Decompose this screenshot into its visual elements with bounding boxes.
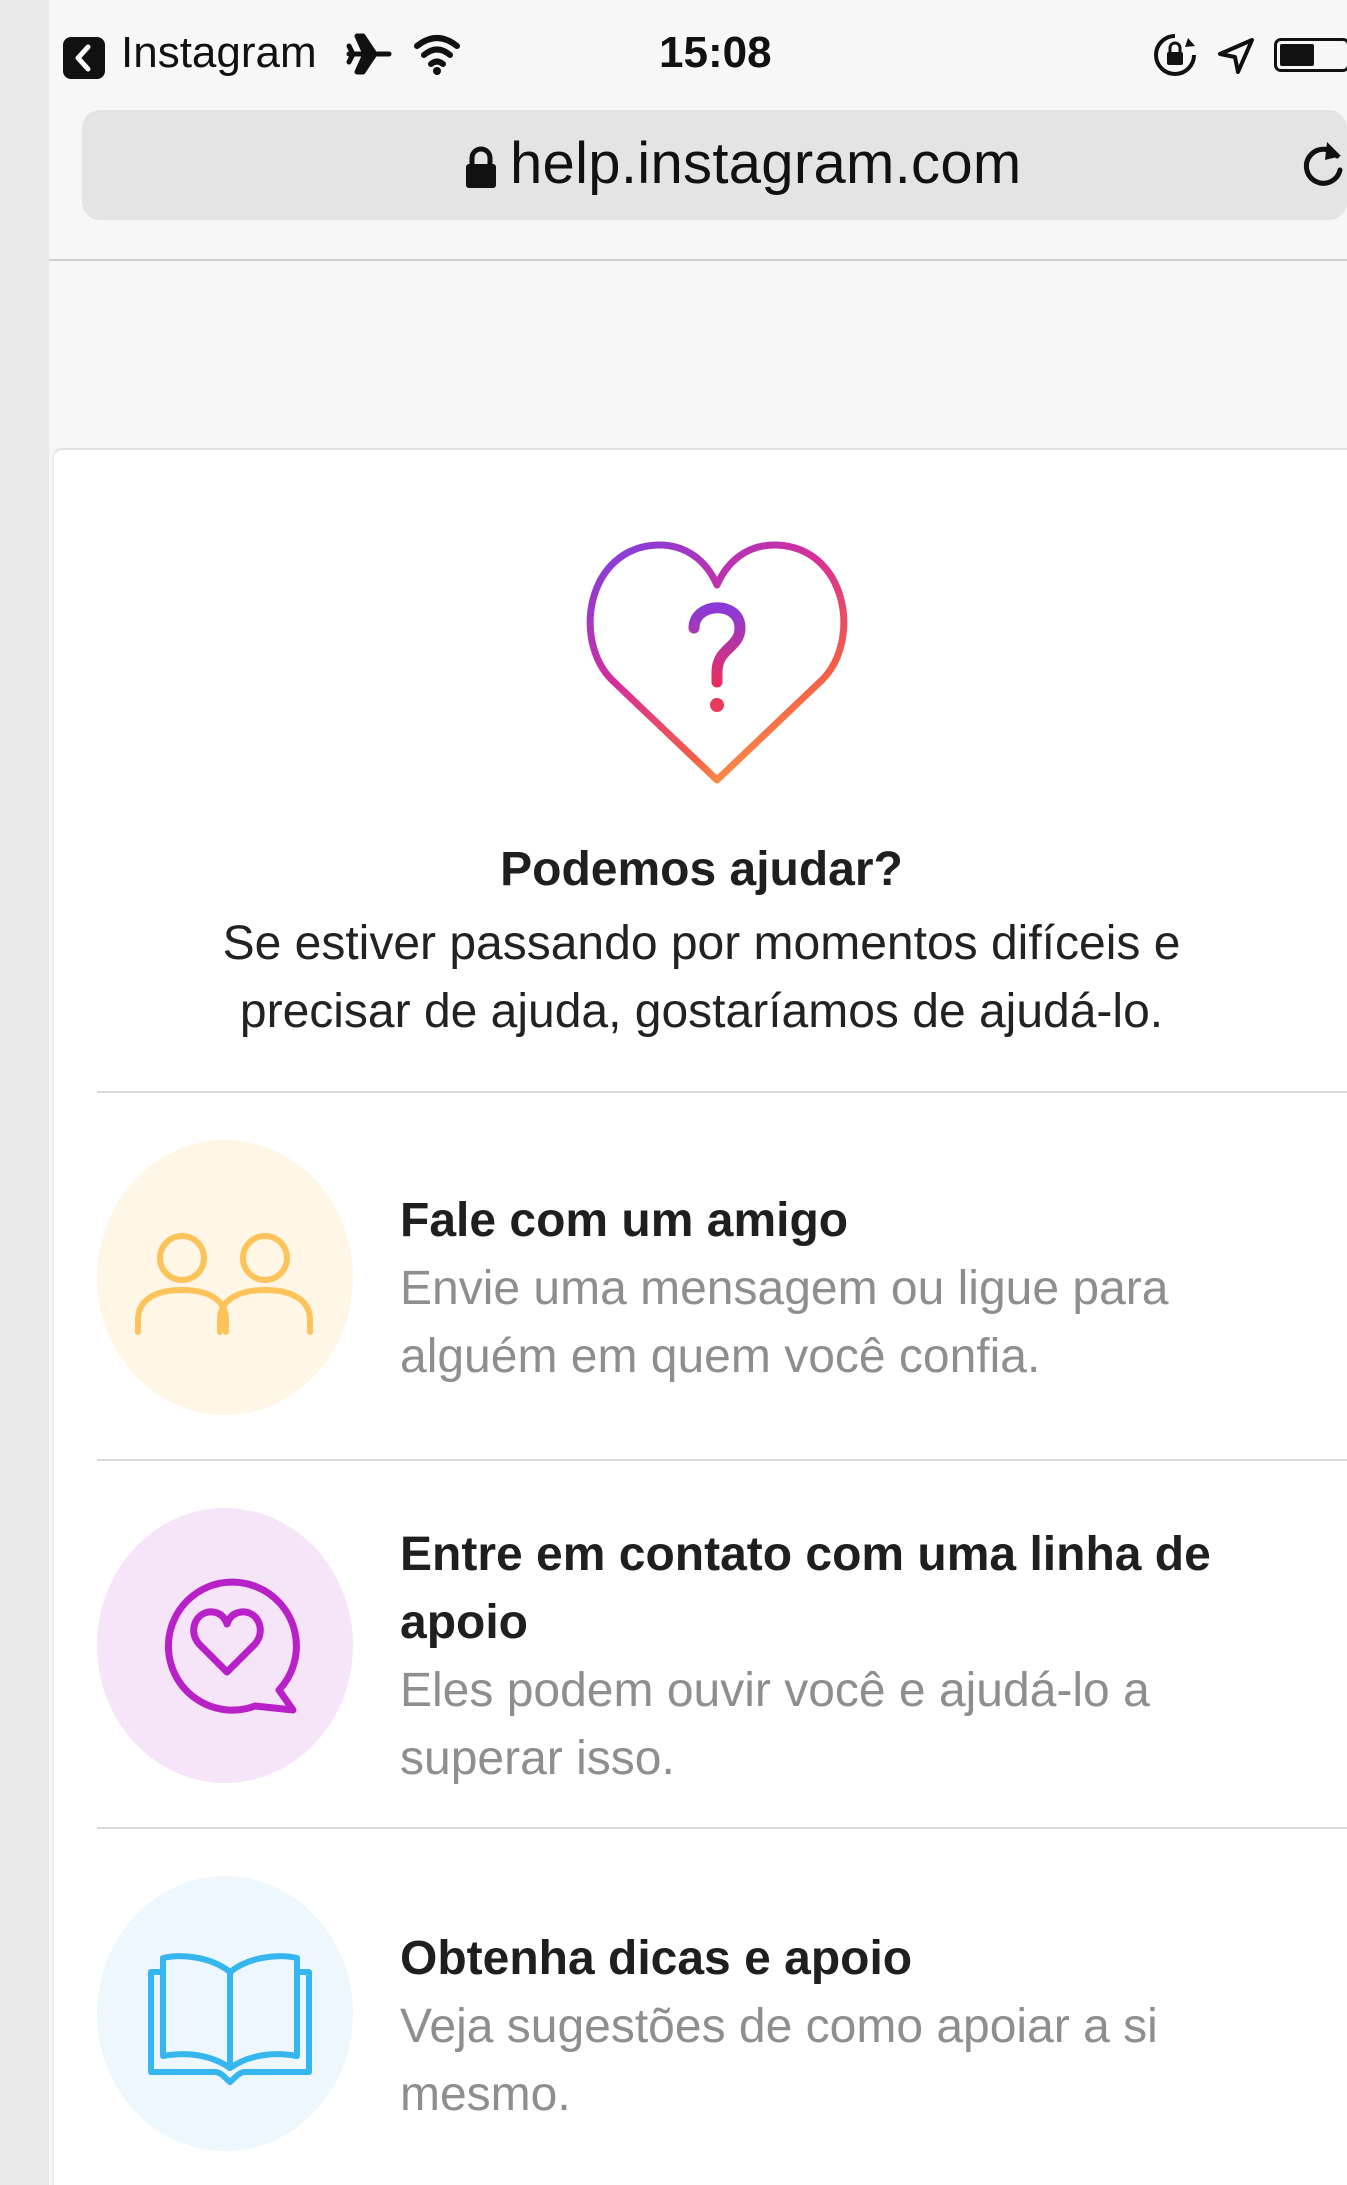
back-to-app-icon[interactable]	[63, 37, 105, 79]
heart-chat-icon-bg	[97, 1508, 353, 1783]
airplane-mode-icon	[346, 33, 392, 75]
url-text[interactable]: help.instagram.com	[510, 130, 1022, 197]
toolbar-divider	[49, 259, 1347, 261]
option-title-line2: apoio	[400, 1596, 528, 1649]
reload-icon[interactable]	[1297, 136, 1347, 192]
divider	[97, 1459, 1347, 1461]
address-bar[interactable]: help.instagram.com	[82, 110, 1347, 220]
phone-screen: Instagram 15:08 help.instagram.com Podem…	[49, 0, 1347, 2185]
support-card: Podemos ajudar? Se estiver passando por …	[52, 448, 1347, 2185]
option-title: Obtenha dicas e apoio	[400, 1932, 913, 1985]
help-body-line2: precisar de ajuda, gostaríamos de ajudá-…	[239, 985, 1164, 1038]
heart-question-icon	[586, 541, 848, 784]
option-title-line1: Entre em contato com uma linha de	[400, 1528, 1211, 1581]
lock-icon	[466, 146, 496, 188]
option-desc-line2: alguém em quem você confia.	[400, 1330, 1041, 1383]
help-title: Podemos ajudar?	[500, 843, 903, 896]
friends-icon-bg	[97, 1140, 353, 1415]
wifi-icon	[414, 35, 460, 75]
book-icon	[148, 1953, 312, 2085]
option-desc-line1: Eles podem ouvir você e ajudá-lo a	[400, 1664, 1150, 1717]
option-desc-line1: Veja sugestões de como apoiar a si	[400, 2000, 1158, 2053]
option-title: Fale com um amigo	[400, 1194, 849, 1247]
status-bar: Instagram 15:08	[49, 0, 1347, 110]
option-desc-line2: mesmo.	[400, 2068, 571, 2121]
book-icon-bg	[97, 1876, 353, 2151]
battery-icon	[1274, 38, 1347, 72]
option-desc-line1: Envie uma mensagem ou ligue para	[400, 1262, 1169, 1315]
rotation-lock-icon	[1154, 34, 1196, 76]
divider	[97, 1827, 1347, 1829]
divider	[97, 1091, 1347, 1093]
back-app-label[interactable]: Instagram	[121, 28, 317, 78]
clock: 15:08	[659, 28, 772, 77]
location-arrow-icon	[1218, 38, 1254, 74]
friends-icon	[135, 1233, 313, 1335]
heart-chat-icon	[164, 1578, 300, 1714]
help-body-line1: Se estiver passando por momentos difícei…	[222, 917, 1181, 970]
option-desc-line2: superar isso.	[400, 1732, 675, 1785]
